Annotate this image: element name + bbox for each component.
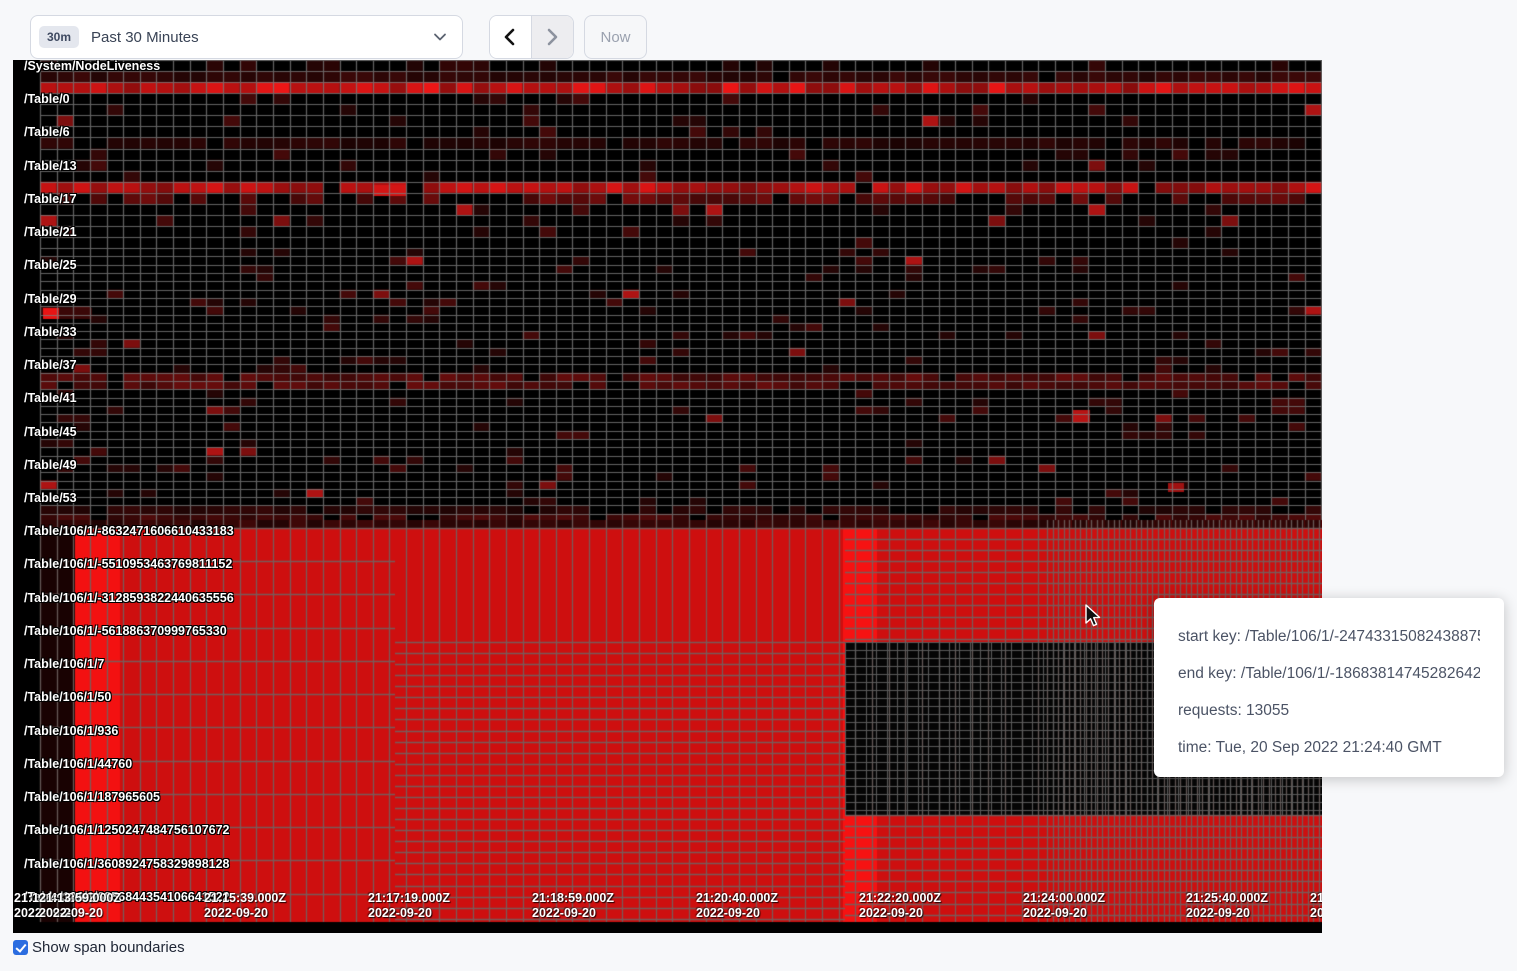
time-range-select[interactable]: 30m Past 30 Minutes [30, 15, 463, 59]
span-boundaries-label: Show span boundaries [32, 939, 185, 956]
tooltip-end-key: end key: /Table/106/1/-18683814745282642… [1178, 662, 1480, 685]
toolbar: 30m Past 30 Minutes Now [0, 0, 1517, 59]
time-range-label: Past 30 Minutes [91, 29, 432, 46]
chevron-left-icon [502, 28, 518, 46]
footer: Show span boundaries [13, 939, 185, 956]
tooltip-requests: requests: 13055 [1178, 699, 1480, 722]
span-tooltip: start key: /Table/106/1/-247433150824388… [1154, 598, 1504, 777]
key-visualizer: /System/NodeLiveness/Table/0/Table/6/Tab… [13, 60, 1322, 933]
chevron-right-icon [544, 28, 560, 46]
now-button[interactable]: Now [584, 15, 647, 59]
span-boundaries-checkbox[interactable] [13, 940, 28, 955]
heatmap-canvas[interactable] [13, 60, 1322, 933]
tooltip-time: time: Tue, 20 Sep 2022 21:24:40 GMT [1178, 736, 1480, 759]
time-nav-button-group [489, 15, 574, 59]
time-range-badge: 30m [39, 26, 79, 48]
app-root: { "toolbar": { "time_window_badge": "30m… [0, 0, 1517, 971]
prev-time-button[interactable] [490, 16, 532, 58]
next-time-button[interactable] [532, 16, 574, 58]
chevron-down-icon [432, 29, 448, 45]
tooltip-start-key: start key: /Table/106/1/-247433150824388… [1178, 625, 1480, 648]
